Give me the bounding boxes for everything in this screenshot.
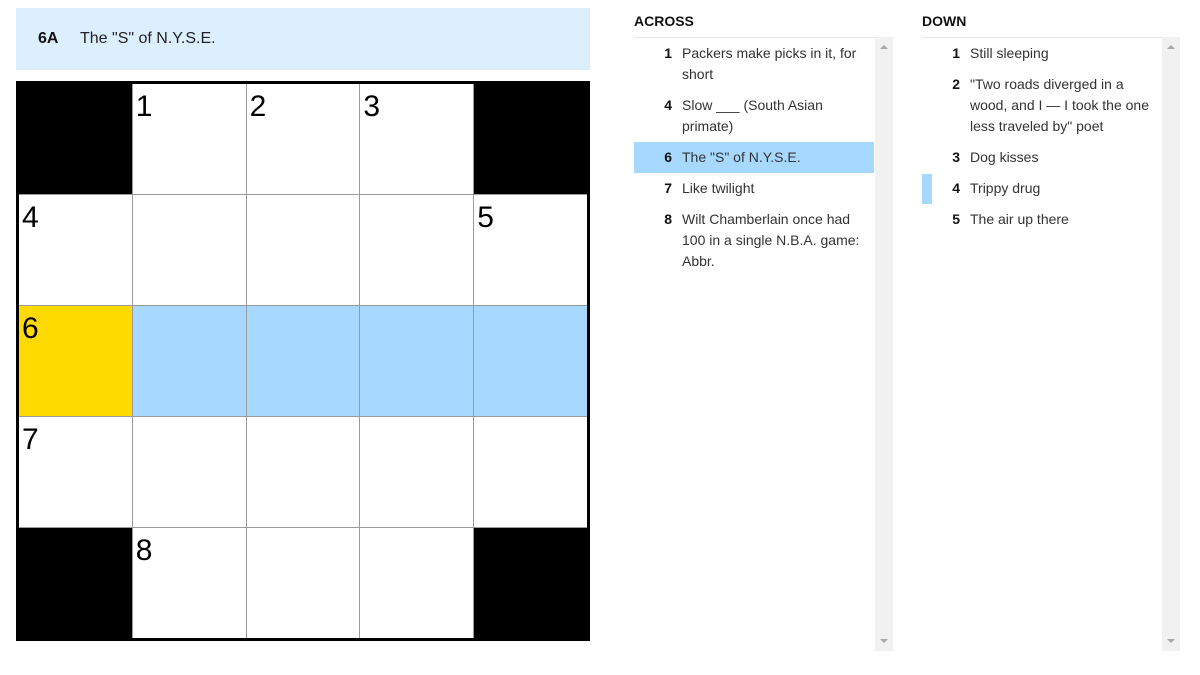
block-cell (19, 84, 132, 194)
grid-cell[interactable]: 6 (19, 306, 132, 416)
across-clue-list: 1 Packers make picks in it, for short 4 Slo… (634, 37, 892, 652)
grid-cell[interactable]: 7 (19, 417, 132, 527)
down-clue-list: 1 Still sleeping 2 "Two roads diverged in a… (922, 37, 1180, 652)
scroll-down-arrow-icon[interactable] (880, 639, 888, 643)
clue-text: "Two roads diverged in a wood, and I — I… (970, 76, 1150, 134)
scroll-up-arrow-icon[interactable] (1167, 45, 1175, 49)
grid-cell[interactable] (132, 195, 246, 305)
clue-number: 8 (664, 211, 672, 227)
grid-cell[interactable] (360, 528, 474, 638)
down-clue-item[interactable]: 1 Still sleeping (922, 38, 1180, 69)
cell-number: 2 (249, 90, 267, 123)
grid-cell[interactable]: 5 (474, 195, 587, 305)
down-clue-item[interactable]: 4 Trippy drug (922, 173, 1180, 204)
clue-text: Still sleeping (970, 45, 1049, 61)
clue-text: The air up there (970, 211, 1069, 227)
clue-number: 1 (664, 45, 672, 61)
down-heading: DOWN (922, 13, 967, 29)
block-cell (474, 84, 587, 194)
scroll-up-arrow-icon[interactable] (880, 45, 888, 49)
down-clue-item[interactable]: 5 The air up there (922, 204, 1180, 235)
clue-text: The "S" of N.Y.S.E. (682, 149, 801, 165)
grid-cell[interactable] (360, 306, 474, 416)
across-heading: ACROSS (634, 13, 694, 29)
clue-number: 7 (664, 180, 672, 196)
clue-number: 4 (664, 97, 672, 113)
cell-number: 4 (22, 201, 39, 234)
down-clue-item[interactable]: 3 Dog kisses (922, 142, 1180, 173)
grid-cell[interactable] (246, 195, 360, 305)
clue-number: 1 (952, 45, 960, 61)
down-clue-item[interactable]: 2 "Two roads diverged in a wood, and I — … (922, 69, 1180, 142)
down-scrollbar[interactable] (1162, 37, 1180, 651)
grid-cell[interactable] (132, 306, 246, 416)
grid-cell[interactable] (360, 195, 474, 305)
across-clue-item[interactable]: 6 The "S" of N.Y.S.E. (634, 142, 874, 173)
cell-number: 7 (22, 423, 39, 456)
current-clue-text: The "S" of N.Y.S.E. (80, 30, 216, 47)
grid-cell[interactable] (132, 417, 246, 527)
grid-cell[interactable] (474, 417, 587, 527)
clue-number: 6 (664, 149, 672, 165)
clue-number: 5 (952, 211, 960, 227)
grid-cell[interactable] (246, 306, 360, 416)
crossing-clue-marker (922, 174, 932, 204)
scroll-down-arrow-icon[interactable] (1167, 639, 1175, 643)
clue-text: Trippy drug (970, 180, 1041, 196)
grid-cell[interactable]: 4 (19, 195, 132, 305)
grid-cell[interactable] (360, 417, 474, 527)
clue-text: Like twilight (682, 180, 755, 196)
crossword-grid: 1 2 3 4 5 6 7 8 (16, 81, 590, 641)
current-clue-label: 6A (38, 30, 59, 47)
cell-number: 1 (135, 90, 153, 123)
across-clue-item[interactable]: 7 Like twilight (634, 173, 892, 204)
block-cell (474, 528, 587, 638)
grid-cell[interactable]: 3 (360, 84, 474, 194)
cell-number: 8 (135, 534, 153, 567)
clue-text: Dog kisses (970, 149, 1039, 165)
block-cell (19, 528, 132, 638)
grid-cell[interactable]: 8 (132, 528, 246, 638)
clue-text: Packers make picks in it, for short (682, 45, 857, 82)
clue-number: 2 (952, 76, 960, 92)
clue-text: Wilt Chamberlain once had 100 in a singl… (682, 211, 860, 269)
cell-number: 5 (477, 201, 494, 234)
grid-cell[interactable]: 1 (132, 84, 246, 194)
across-clue-item[interactable]: 4 Slow ___ (South Asian primate) (634, 90, 892, 142)
across-clue-item[interactable]: 8 Wilt Chamberlain once had 100 in a sing… (634, 204, 892, 277)
across-scrollbar[interactable] (875, 37, 893, 651)
cell-number: 6 (22, 312, 39, 345)
grid-cell[interactable] (246, 417, 360, 527)
across-clue-item[interactable]: 1 Packers make picks in it, for short (634, 38, 892, 90)
grid-cell[interactable]: 2 (246, 84, 360, 194)
clue-number: 3 (952, 149, 960, 165)
current-clue-bar: 6A The "S" of N.Y.S.E. (16, 8, 590, 70)
grid-cell[interactable] (474, 306, 587, 416)
cell-number: 3 (363, 90, 381, 123)
clue-text: Slow ___ (South Asian primate) (682, 97, 823, 134)
grid-cell[interactable] (246, 528, 360, 638)
